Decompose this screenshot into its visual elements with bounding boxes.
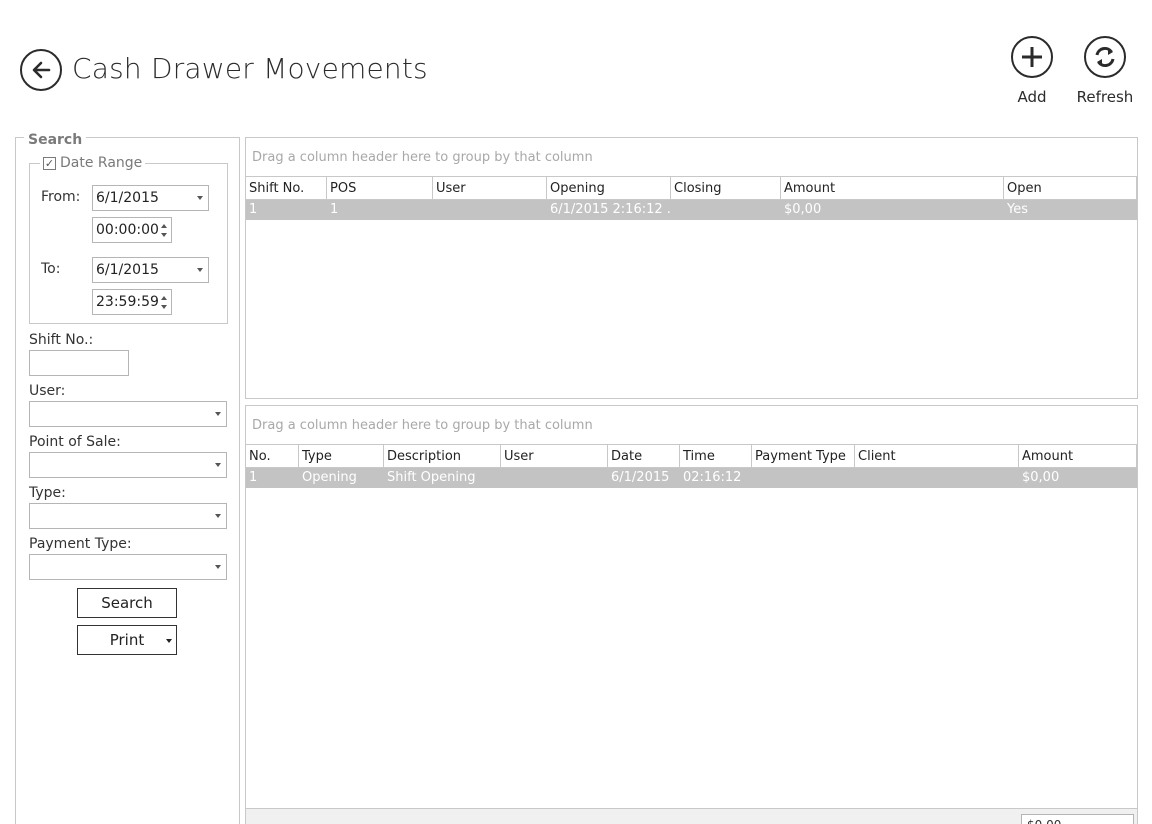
to-time-value: 23:59:59	[96, 294, 159, 310]
print-button[interactable]: Print	[77, 625, 177, 655]
column-header-no[interactable]: No.	[246, 445, 299, 467]
refresh-label: Refresh	[1076, 88, 1134, 106]
column-header-date[interactable]: Date	[608, 445, 680, 467]
cell-opening: 6/1/2015 2:16:12 ...	[550, 202, 671, 217]
chevron-down-icon[interactable]	[166, 639, 172, 643]
refresh-button[interactable]: Refresh	[1075, 36, 1135, 106]
date-range-legend: ✓ Date Range	[40, 155, 146, 171]
cell-user	[501, 468, 608, 488]
from-label: From:	[41, 189, 81, 205]
spin-up-icon[interactable]	[161, 224, 167, 228]
chevron-down-icon[interactable]	[215, 514, 221, 518]
cell-closing	[671, 200, 781, 220]
cell-shift-no: 1	[249, 202, 258, 217]
chevron-down-icon[interactable]	[197, 268, 203, 272]
cell-pos: 1	[330, 202, 339, 217]
column-header-type[interactable]: Type	[299, 445, 384, 467]
add-button[interactable]: Add	[1002, 36, 1062, 106]
chevron-down-icon[interactable]	[215, 412, 221, 416]
group-by-panel[interactable]: Drag a column header here to group by th…	[246, 406, 1137, 444]
column-header-client[interactable]: Client	[855, 445, 1019, 467]
column-header-user[interactable]: User	[433, 177, 547, 199]
shifts-header-row: Shift No. POS User Opening Closing Amoun…	[246, 176, 1137, 200]
refresh-icon	[1095, 46, 1115, 68]
movements-grid: Drag a column header here to group by th…	[245, 405, 1138, 824]
page-title: Cash Drawer Movements	[72, 52, 428, 85]
cell-no: 1	[249, 470, 258, 485]
from-time-value: 00:00:00	[96, 222, 159, 238]
chevron-down-icon[interactable]	[215, 565, 221, 569]
movements-header-row: No. Type Description User Date Time Paym…	[246, 444, 1137, 468]
from-date-value: 6/1/2015	[96, 190, 159, 206]
column-header-amount[interactable]: Amount	[781, 177, 1004, 199]
shift-no-input[interactable]	[29, 350, 129, 376]
add-label: Add	[1017, 88, 1047, 106]
cell-time: 02:16:12	[683, 470, 742, 485]
payment-type-label: Payment Type:	[29, 536, 132, 552]
to-label: To:	[41, 261, 61, 277]
column-header-time[interactable]: Time	[680, 445, 752, 467]
from-date-picker[interactable]: 6/1/2015	[92, 185, 209, 211]
table-row[interactable]: 1 Opening Shift Opening 6/1/2015 02:16:1…	[246, 468, 1137, 488]
to-time-stepper[interactable]: 23:59:59	[92, 289, 172, 315]
grid-footer: $0,00	[246, 808, 1137, 824]
type-select[interactable]	[29, 503, 227, 529]
user-select[interactable]	[29, 401, 227, 427]
date-range-checkbox[interactable]: ✓	[43, 156, 56, 170]
back-arrow-icon	[32, 61, 51, 79]
cell-client	[855, 468, 1019, 488]
from-time-stepper[interactable]: 00:00:00	[92, 217, 172, 243]
search-legend: Search	[24, 132, 87, 148]
table-row[interactable]: 1 1 6/1/2015 2:16:12 ... $0,00 Yes	[246, 200, 1137, 220]
plus-icon	[1022, 47, 1042, 67]
spin-down-icon[interactable]	[161, 305, 167, 309]
column-header-closing[interactable]: Closing	[671, 177, 781, 199]
column-header-pos[interactable]: POS	[327, 177, 433, 199]
column-header-opening[interactable]: Opening	[547, 177, 671, 199]
to-date-picker[interactable]: 6/1/2015	[92, 257, 209, 283]
cell-open: Yes	[1007, 202, 1028, 217]
shift-no-label: Shift No.:	[29, 332, 94, 348]
cell-type: Opening	[302, 470, 357, 485]
cell-user	[433, 200, 547, 220]
shifts-grid: Drag a column header here to group by th…	[245, 137, 1138, 399]
payment-type-select[interactable]	[29, 554, 227, 580]
cell-amount: $0,00	[1022, 470, 1060, 485]
group-by-panel[interactable]: Drag a column header here to group by th…	[246, 138, 1137, 176]
spin-up-icon[interactable]	[161, 296, 167, 300]
search-panel: Search ✓ Date Range From: 6/1/2015 00:00…	[15, 132, 240, 824]
print-button-label: Print	[109, 631, 145, 649]
cell-amount: $0,00	[784, 202, 822, 217]
back-button[interactable]	[20, 49, 62, 91]
user-label: User:	[29, 383, 66, 399]
pos-select[interactable]	[29, 452, 227, 478]
search-button[interactable]: Search	[77, 588, 177, 618]
spin-down-icon[interactable]	[161, 233, 167, 237]
column-header-open[interactable]: Open	[1004, 177, 1137, 199]
column-header-description[interactable]: Description	[384, 445, 501, 467]
cell-date: 6/1/2015	[611, 470, 670, 485]
cell-payment-type	[752, 468, 855, 488]
date-range-label: Date Range	[60, 155, 143, 171]
footer-total: $0,00	[1021, 814, 1134, 824]
to-date-value: 6/1/2015	[96, 262, 159, 278]
chevron-down-icon[interactable]	[197, 196, 203, 200]
column-header-shift-no[interactable]: Shift No.	[246, 177, 327, 199]
type-label: Type:	[29, 485, 66, 501]
chevron-down-icon[interactable]	[215, 463, 221, 467]
column-header-payment-type[interactable]: Payment Type	[752, 445, 855, 467]
date-range-group: ✓ Date Range From: 6/1/2015 00:00:00 To:…	[29, 155, 228, 324]
column-header-amount[interactable]: Amount	[1019, 445, 1137, 467]
column-header-user[interactable]: User	[501, 445, 608, 467]
pos-label: Point of Sale:	[29, 434, 121, 450]
cell-description: Shift Opening	[387, 470, 476, 485]
